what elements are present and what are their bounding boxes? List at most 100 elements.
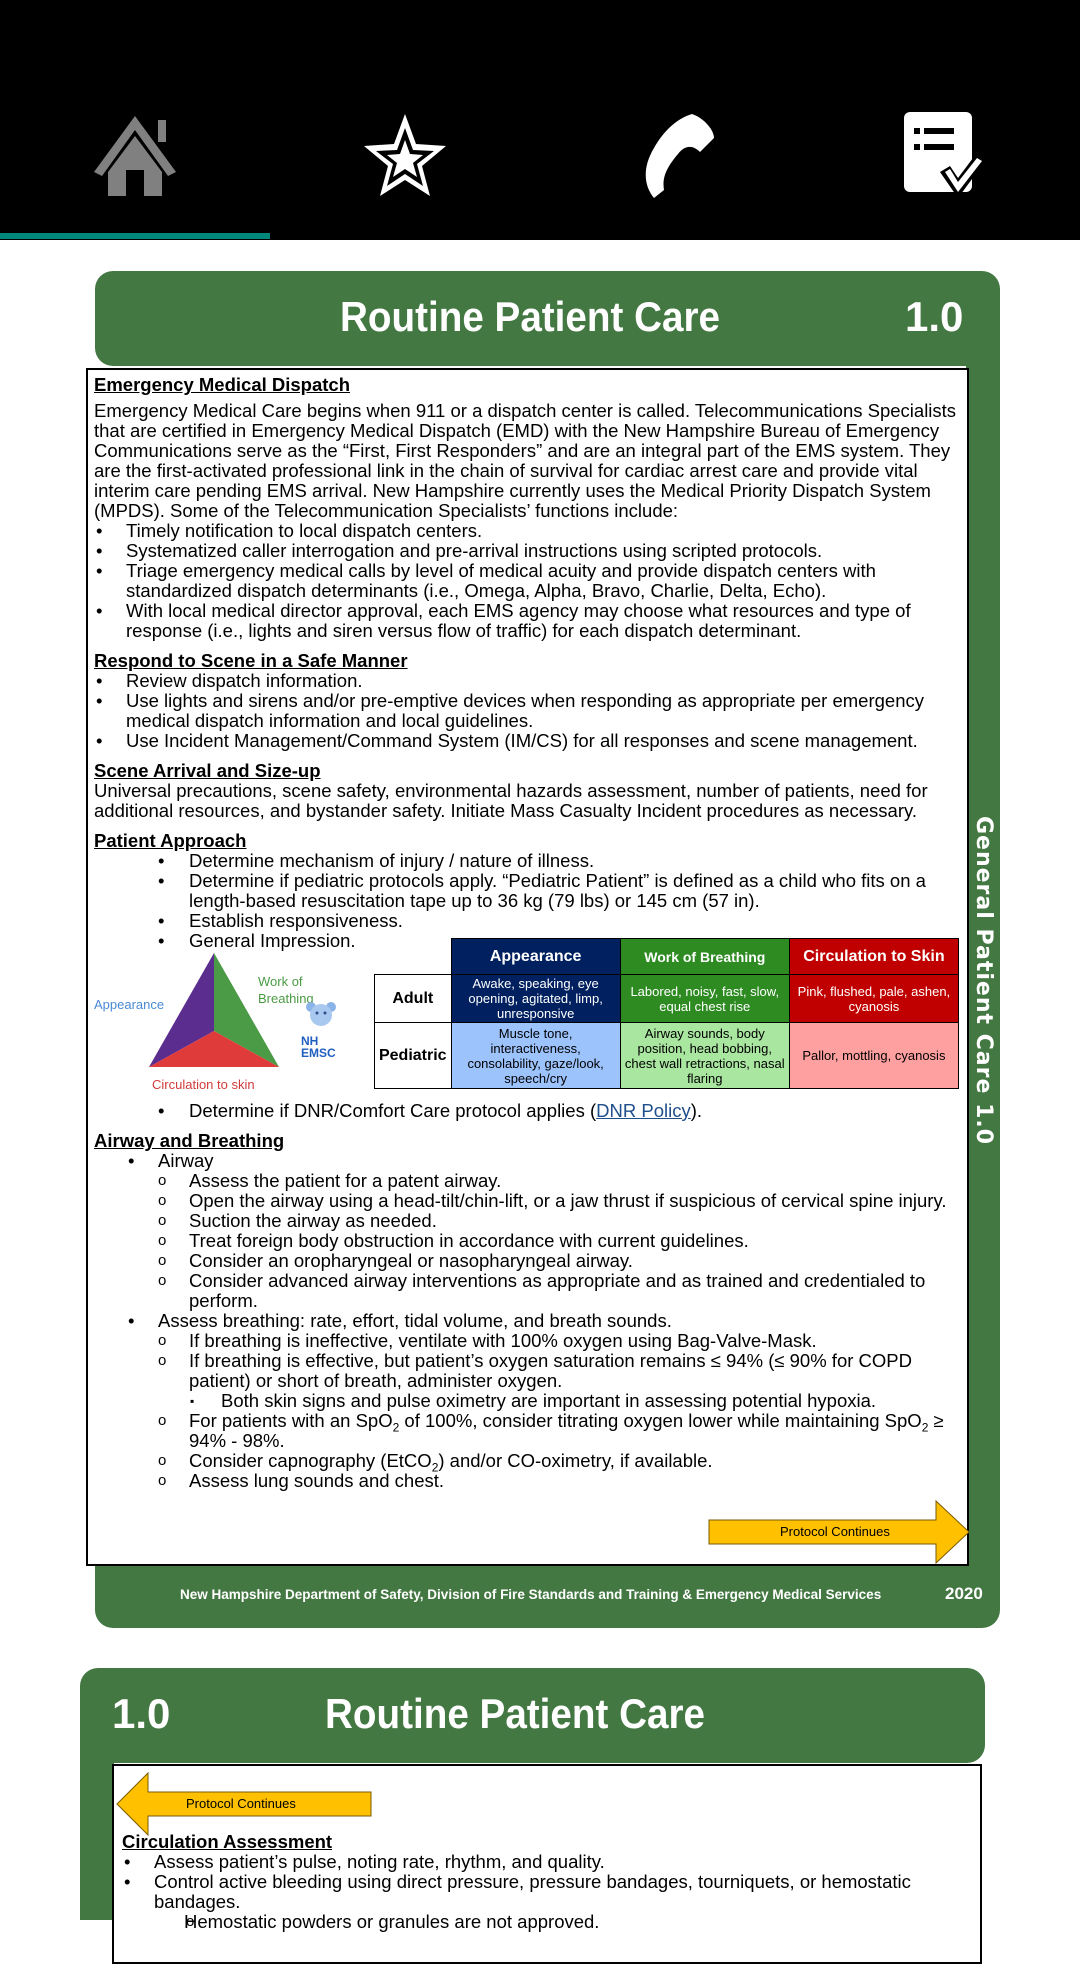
- page-title: Routine Patient Care: [340, 293, 721, 340]
- airway-list: Airway: [94, 1151, 961, 1172]
- page-title: Routine Patient Care: [325, 1690, 706, 1737]
- list-item: With local medical director approval, ea…: [94, 601, 961, 641]
- phone-icon: [645, 114, 714, 198]
- row-label: Pediatric: [374, 1022, 452, 1089]
- list-item: Determine if pediatric protocols apply. …: [94, 871, 961, 911]
- table-row: Pediatric Muscle tone, interactiveness, …: [374, 1022, 960, 1089]
- nh-emsc-logo: NH EMSC: [301, 1001, 343, 1059]
- list-item: Consider advanced airway interventions a…: [94, 1271, 961, 1311]
- pat-region: Appearance Work of Breathing Circulation …: [94, 938, 961, 1101]
- checklist-icon: [904, 112, 986, 198]
- list-item: Timely notification to local dispatch ce…: [94, 521, 961, 542]
- footer-year: 2020: [945, 1584, 983, 1603]
- top-nav-bar: [0, 0, 1080, 240]
- sidebar-strip: [80, 1740, 114, 1920]
- list-item: Hemostatic powders or granules are not a…: [122, 1912, 972, 1933]
- text: of 100%, consider titrating oxygen lower…: [399, 1410, 922, 1431]
- logo-emsc: EMSC: [301, 1046, 336, 1060]
- sidebar-strip: General Patient Care 1.0: [966, 340, 1000, 1580]
- list-item: Establish responsiveness.: [94, 911, 961, 932]
- section-heading-emd: Emergency Medical Dispatch: [94, 374, 351, 395]
- protocol-number: 1.0: [905, 293, 964, 340]
- emd-list: Timely notification to local dispatch ce…: [94, 521, 961, 641]
- protocol-continues-prev[interactable]: Protocol Continues: [116, 1771, 372, 1837]
- approach-list: Determine mechanism of injury / nature o…: [94, 851, 961, 952]
- tab-contacts[interactable]: [630, 110, 720, 200]
- list-item: Assess lung sounds and chest.: [94, 1471, 961, 1492]
- text: ) and/or CO-oximetry, if available.: [438, 1450, 713, 1471]
- breathing-list: Assess breathing: rate, effort, tidal vo…: [94, 1311, 961, 1332]
- list-item: Triage emergency medical calls by level …: [94, 561, 961, 601]
- protocol-number: 1.0: [112, 1690, 171, 1737]
- breathing-sub-list-2: For patients with an SpO2 of 100%, consi…: [94, 1411, 961, 1492]
- col-header-appearance: Appearance: [450, 938, 621, 975]
- text: Consider capnography (EtCO: [189, 1450, 432, 1471]
- table-cell: Labored, noisy, fast, slow, equal chest …: [619, 974, 790, 1023]
- dnr-policy-link[interactable]: DNR Policy: [596, 1100, 691, 1121]
- page-header: 1.0 Routine Patient Care: [80, 1668, 985, 1763]
- list-item: Review dispatch information.: [94, 671, 961, 692]
- table-cell: Muscle tone, interactiveness, consolabil…: [450, 1022, 621, 1089]
- list-item: Suction the airway as needed.: [94, 1211, 961, 1232]
- protocol-continues-label: Protocol Continues: [780, 1524, 890, 1539]
- list-item: Control active bleeding using direct pre…: [122, 1872, 972, 1912]
- active-tab-indicator: [0, 233, 270, 239]
- table-cell: Pink, flushed, pale, ashen, cyanosis: [788, 974, 960, 1023]
- protocol-continues-next[interactable]: Protocol Continues: [708, 1499, 970, 1565]
- page-footer: New Hampshire Department of Safety, Divi…: [95, 1562, 1000, 1628]
- dnr-list: Determine if DNR/Comfort Care protocol a…: [94, 1100, 961, 1122]
- protocol-continues-label: Protocol Continues: [186, 1796, 296, 1811]
- dnr-end: ).: [690, 1100, 703, 1121]
- teddy-bear-icon: [306, 1002, 336, 1026]
- respond-list: Review dispatch information. Use lights …: [94, 671, 961, 752]
- list-item: Both skin signs and pulse oximetry are i…: [94, 1391, 961, 1412]
- list-item: Consider capnography (EtCO2) and/or CO-o…: [94, 1450, 961, 1474]
- triangle-label-circulation: Circulation to skin: [152, 1077, 255, 1092]
- breathing-sub-sub-list: Both skin signs and pulse oximetry are i…: [94, 1391, 961, 1412]
- circulation-sub-list: Hemostatic powders or granules are not a…: [122, 1912, 972, 1933]
- triangle-label-work-1: Work of: [258, 974, 303, 989]
- home-icon: [94, 116, 176, 196]
- logo-text: NH EMSC: [301, 1035, 343, 1059]
- list-item: Consider an oropharyngeal or nasopharyng…: [94, 1251, 961, 1272]
- section-heading-approach: Patient Approach: [94, 830, 247, 851]
- list-item: Open the airway using a head-tilt/chin-l…: [94, 1191, 961, 1212]
- scene-paragraph: Universal precautions, scene safety, env…: [94, 780, 928, 821]
- list-item: Use lights and sirens and/or pre-emptive…: [94, 691, 961, 731]
- circulation-list: Assess patient’s pulse, noting rate, rhy…: [122, 1852, 972, 1912]
- table-row: Adult Awake, speaking, eye opening, agit…: [374, 974, 960, 1023]
- list-item: If breathing is ineffective, ventilate w…: [94, 1331, 961, 1352]
- row-label: Adult: [374, 974, 452, 1023]
- airway-sub-list: Assess the patient for a patent airway. …: [94, 1171, 961, 1311]
- table-cell: Pallor, mottling, cyanosis: [788, 1022, 960, 1089]
- sidebar-label: General Patient Care 1.0: [971, 816, 996, 1146]
- list-item: Systematized caller interrogation and pr…: [94, 541, 961, 562]
- tab-favorites[interactable]: [360, 110, 450, 200]
- list-item: Assess patient’s pulse, noting rate, rhy…: [122, 1852, 972, 1873]
- page-header: Routine Patient Care 1.0: [95, 271, 1000, 366]
- breathing-sub-list: If breathing is ineffective, ventilate w…: [94, 1331, 961, 1391]
- list-item: Treat foreign body obstruction in accord…: [94, 1231, 961, 1252]
- col-header-circulation: Circulation to Skin: [788, 938, 960, 975]
- protocol-content: Emergency Medical Dispatch Emergency Med…: [86, 368, 969, 1566]
- list-item: If breathing is effective, but patient’s…: [94, 1351, 961, 1391]
- star-icon: [364, 114, 446, 196]
- table-cell: Awake, speaking, eye opening, agitated, …: [450, 974, 621, 1023]
- list-item: Determine mechanism of injury / nature o…: [94, 851, 961, 872]
- list-item: Assess breathing: rate, effort, tidal vo…: [126, 1311, 961, 1332]
- section-heading-scene: Scene Arrival and Size-up: [94, 760, 321, 781]
- tab-checklist[interactable]: [900, 110, 990, 200]
- section-heading-airway: Airway and Breathing: [94, 1130, 285, 1151]
- list-item: Airway: [126, 1151, 961, 1172]
- tab-home[interactable]: [90, 110, 180, 200]
- section-heading-respond: Respond to Scene in a Safe Manner: [94, 650, 408, 671]
- list-item: Assess the patient for a patent airway.: [94, 1171, 961, 1192]
- dnr-text: Determine if DNR/Comfort Care protocol a…: [189, 1100, 597, 1121]
- text: For patients with an SpO: [189, 1410, 393, 1431]
- emd-paragraph: Emergency Medical Care begins when 911 o…: [94, 400, 957, 521]
- list-item: For patients with an SpO2 of 100%, consi…: [94, 1411, 961, 1451]
- col-header-work: Work of Breathing: [619, 938, 790, 975]
- pat-triangle-icon: [149, 953, 279, 1067]
- list-item: Use Incident Management/Command System (…: [94, 731, 961, 752]
- table-corner: [375, 939, 452, 975]
